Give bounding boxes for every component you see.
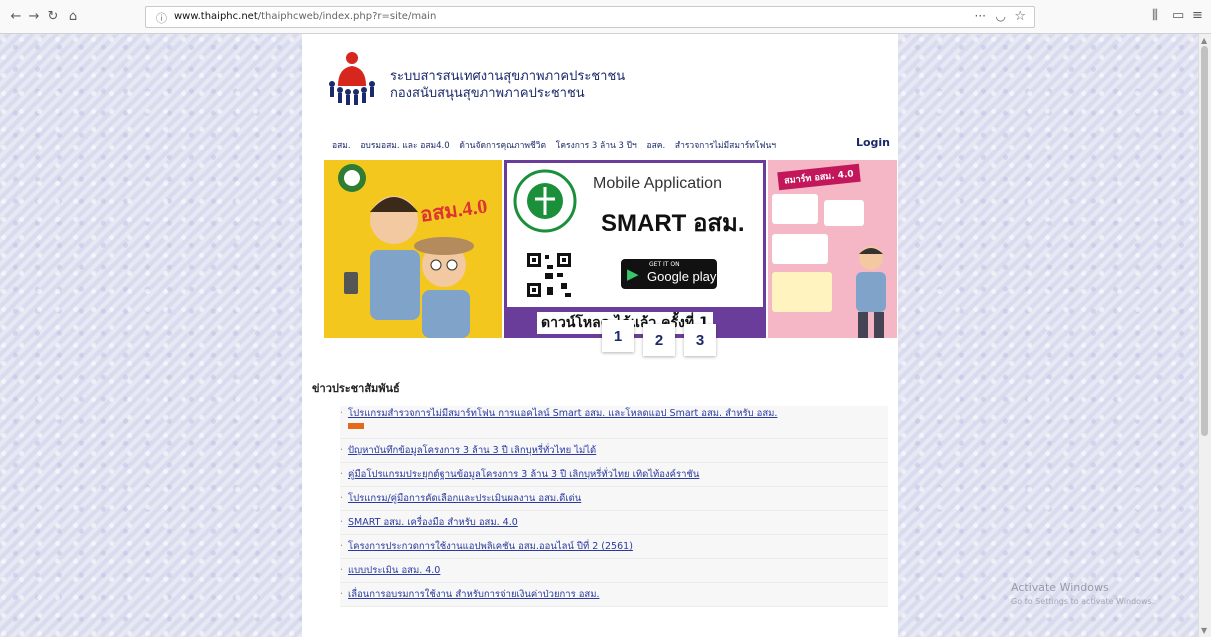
- news-item[interactable]: · แบบประเมิน อสม. 4.0: [340, 559, 888, 583]
- banner-app-panel: Mobile Application SMART อสม. ▶ GET IT O…: [504, 160, 766, 338]
- scroll-up-icon[interactable]: ▲: [1201, 36, 1207, 45]
- news-link[interactable]: คู่มือโปรแกรมประยุกต์ฐานข้อมูลโครงการ 3 …: [348, 469, 699, 480]
- right-info-card-1: [772, 194, 818, 224]
- list-bullet: ·: [340, 493, 344, 504]
- list-bullet: ·: [340, 517, 344, 528]
- list-bullet: ·: [340, 408, 344, 419]
- list-bullet: ·: [340, 541, 344, 552]
- menu-icon[interactable]: ≡: [1192, 8, 1203, 23]
- slide-page-2[interactable]: 2: [643, 324, 675, 356]
- site-title: ระบบสารสนเทศงานสุขภาพภาคประชาชน กองสนับส…: [390, 68, 625, 102]
- news-heading: ข่าวประชาสัมพันธ์: [312, 382, 400, 395]
- news-item[interactable]: · โครงการประกวดการใช้งานแอปพลิเคชัน อสม.อ…: [340, 535, 888, 559]
- site-info-icon[interactable]: ⓘ: [156, 10, 167, 26]
- forward-icon[interactable]: →: [26, 9, 42, 25]
- menu-item-quality-of-life[interactable]: ด้านจัดการคุณภาพชีวิต: [459, 141, 546, 151]
- sidebar-icon[interactable]: ▭: [1172, 8, 1184, 23]
- man-illustration: [856, 246, 886, 338]
- app-name: SMART อสม.: [601, 210, 745, 237]
- list-bullet: ·: [340, 565, 344, 576]
- address-bar[interactable]: ⓘ www.thaiphc.net/thaiphcweb/index.php?r…: [145, 6, 1035, 28]
- list-bullet: ·: [340, 469, 344, 480]
- news-item[interactable]: · ปัญหาบันทึกข้อมูลโครงการ 3 ล้าน 3 ปี เล…: [340, 439, 888, 463]
- right-info-card-4: [772, 272, 832, 312]
- pocket-icon[interactable]: ◡: [996, 9, 1006, 23]
- slide-page-3[interactable]: 3: [684, 324, 716, 356]
- news-link[interactable]: โปรแกรม/คู่มือการคัดเลือกและประเมินผลงาน…: [348, 493, 581, 504]
- list-bullet: ·: [340, 589, 344, 600]
- scrollbar[interactable]: ▲ ▼: [1198, 34, 1211, 637]
- menu-item-osm[interactable]: อสม.: [332, 141, 351, 151]
- news-item[interactable]: · เลื่อนการอบรมการใช้งาน สำหรับการจ่ายเงิ…: [340, 583, 888, 607]
- main-page: ระบบสารสนเทศงานสุขภาพภาคประชาชน กองสนับส…: [302, 34, 898, 637]
- site-title-line2: กองสนับสนุนสุขภาพภาคประชาชน: [390, 86, 585, 101]
- news-item[interactable]: · โปรแกรมสำรวจการไม่มีสมาร์ทโฟน การแอคไล…: [340, 406, 888, 439]
- activate-windows-title: Activate Windows: [1011, 581, 1109, 594]
- site-logo: [329, 52, 375, 105]
- moph-seal-icon: [513, 169, 577, 233]
- scroll-down-icon[interactable]: ▼: [1201, 626, 1207, 635]
- news-link[interactable]: โครงการประกวดการใช้งานแอปพลิเคชัน อสม.ออ…: [348, 541, 633, 552]
- library-icon[interactable]: ⫼: [1152, 8, 1158, 23]
- news-link[interactable]: SMART อสม. เครื่องมือ สำหรับ อสม. 4.0: [348, 517, 518, 528]
- url-text: www.thaiphc.net/thaiphcweb/index.php?r=s…: [174, 11, 437, 22]
- site-title-line1: ระบบสารสนเทศงานสุขภาพภาคประชาชน: [390, 69, 626, 84]
- get-it-on-label: GET IT ON: [649, 261, 680, 268]
- right-info-card-2: [824, 200, 864, 226]
- home-icon[interactable]: ⌂: [65, 9, 81, 25]
- scrollbar-thumb[interactable]: [1201, 46, 1208, 436]
- app-title: Mobile Application: [593, 175, 722, 192]
- browser-toolbar: ← → ↻ ⌂ ⓘ www.thaiphc.net/thaiphcweb/ind…: [0, 0, 1211, 34]
- banner-left-panel: อสม.4.0: [324, 160, 502, 338]
- news-item[interactable]: · คู่มือโปรแกรมประยุกต์ฐานข้อมูลโครงการ 3…: [340, 463, 888, 487]
- menu-item-3-million-project[interactable]: โครงการ 3 ล้าน 3 ปีฯ: [556, 141, 637, 151]
- page-actions-icon[interactable]: ···: [975, 9, 986, 23]
- activate-windows-subtitle: Go to Settings to activate Windows.: [1011, 597, 1155, 606]
- news-item[interactable]: · SMART อสม. เครื่องมือ สำหรับ อสม. 4.0: [340, 511, 888, 535]
- login-link[interactable]: Login: [856, 136, 890, 149]
- back-icon[interactable]: ←: [8, 9, 24, 25]
- reload-icon[interactable]: ↻: [45, 9, 61, 25]
- download-footer: ดาวน์โหลด ได้แล้ว ครั้งที่ 1: [507, 307, 763, 335]
- menu-item-osk[interactable]: อสค.: [647, 141, 666, 151]
- google-play-label: Google play: [647, 269, 717, 284]
- menu-item-smartphone-survey[interactable]: สำรวจการไม่มีสมาร์ทโฟนฯ: [675, 141, 776, 151]
- bookmark-star-icon[interactable]: ☆: [1014, 9, 1026, 24]
- cartoon-illustration: [338, 164, 474, 338]
- right-panel-title: สมาร์ท อสม. 4.0: [777, 163, 861, 191]
- google-play-button[interactable]: ▶ GET IT ON Google play: [621, 259, 717, 289]
- news-item[interactable]: · โปรแกรม/คู่มือการคัดเลือกและประเมินผลงา…: [340, 487, 888, 511]
- slide-page-1[interactable]: 1: [602, 320, 634, 352]
- news-link[interactable]: โปรแกรมสำรวจการไม่มีสมาร์ทโฟน การแอคไลน์…: [348, 408, 777, 419]
- news-link[interactable]: ปัญหาบันทึกข้อมูลโครงการ 3 ล้าน 3 ปี เลิ…: [348, 445, 596, 456]
- right-info-card-3: [772, 234, 828, 264]
- banner-slider[interactable]: อสม.4.0 Mobile Application SMART อสม. ▶ …: [324, 160, 897, 338]
- new-badge-icon: [348, 423, 364, 429]
- news-list: · โปรแกรมสำรวจการไม่มีสมาร์ทโฟน การแอคไล…: [340, 406, 888, 607]
- play-icon: ▶: [627, 265, 639, 283]
- news-link[interactable]: แบบประเมิน อสม. 4.0: [348, 565, 440, 576]
- qr-code-icon: [525, 251, 573, 299]
- banner-right-panel: สมาร์ท อสม. 4.0: [768, 160, 897, 338]
- news-link[interactable]: เลื่อนการอบรมการใช้งาน สำหรับการจ่ายเงิน…: [348, 589, 600, 600]
- list-bullet: ·: [340, 445, 344, 456]
- main-menu: อสม. อบรมอสม. และ อสม4.0 ด้านจัดการคุณภา…: [332, 138, 892, 154]
- menu-item-training[interactable]: อบรมอสม. และ อสม4.0: [360, 141, 449, 151]
